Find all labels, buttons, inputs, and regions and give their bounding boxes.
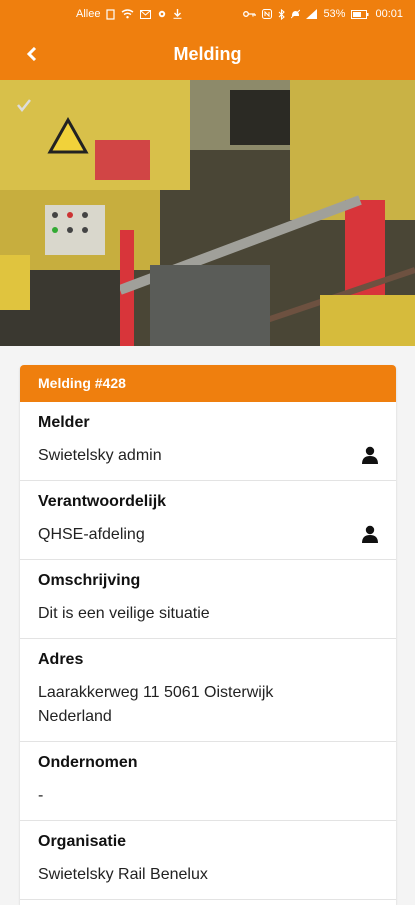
field-value: Dit is een veilige situatie (38, 605, 210, 622)
key-icon (243, 11, 257, 17)
address-line-1: Laarakkerweg 11 5061 Oisterwijk (38, 684, 274, 701)
bluetooth-icon (279, 8, 286, 20)
download-icon (173, 9, 182, 19)
field-label: Omschrijving (38, 572, 141, 589)
status-bar: Allee 53% 00:01 (0, 0, 415, 30)
field-label: Melder (38, 414, 90, 431)
field-value: Swietelsky admin (38, 447, 162, 464)
status-left: Allee (76, 8, 182, 20)
carrier-label: Allee (76, 8, 101, 20)
app-bar: Melding (0, 30, 415, 80)
wifi-icon (122, 9, 134, 19)
field-organisatie: Organisatie Swietelsky Rail Benelux (20, 821, 396, 900)
battery-percent: 53% (323, 8, 346, 20)
nfc-icon (262, 9, 273, 19)
field-omschrijving: Omschrijving Dit is een veilige situatie (20, 560, 396, 639)
sim-icon (106, 8, 116, 20)
field-value: Swietelsky Rail Benelux (38, 866, 208, 883)
field-label: Adres (38, 651, 84, 668)
field-melder: Melder Swietelsky admin (20, 402, 396, 481)
person-icon[interactable] (362, 446, 378, 464)
report-photo (0, 80, 415, 346)
battery-icon (351, 9, 369, 19)
clock: 00:01 (375, 8, 403, 20)
field-verantwoordelijk: Verantwoordelijk QHSE-afdeling (20, 481, 396, 560)
machinery-photo (0, 80, 415, 346)
status-right: 53% 00:01 (243, 8, 403, 20)
field-label: Organisatie (38, 833, 127, 850)
field-value: - (38, 787, 44, 804)
signal-icon (306, 9, 318, 19)
field-adres: Adres Laarakkerweg 11 5061 Oisterwijk Ne… (20, 639, 396, 742)
person-icon[interactable] (362, 525, 378, 543)
settings-icon (159, 10, 166, 18)
mute-icon (291, 9, 301, 19)
field-label: Ondernomen (38, 754, 138, 771)
address-line-2: Nederland (38, 708, 112, 725)
field-ondernomen: Ondernomen - (20, 742, 396, 821)
message-icon (140, 9, 152, 19)
report-card: Melding #428 Melder Swietelsky admin Ver… (20, 365, 396, 905)
report-number: Melding #428 (20, 365, 396, 402)
field-value: QHSE-afdeling (38, 526, 145, 543)
field-label: Verantwoordelijk (38, 493, 167, 510)
page-title: Melding (173, 44, 242, 64)
